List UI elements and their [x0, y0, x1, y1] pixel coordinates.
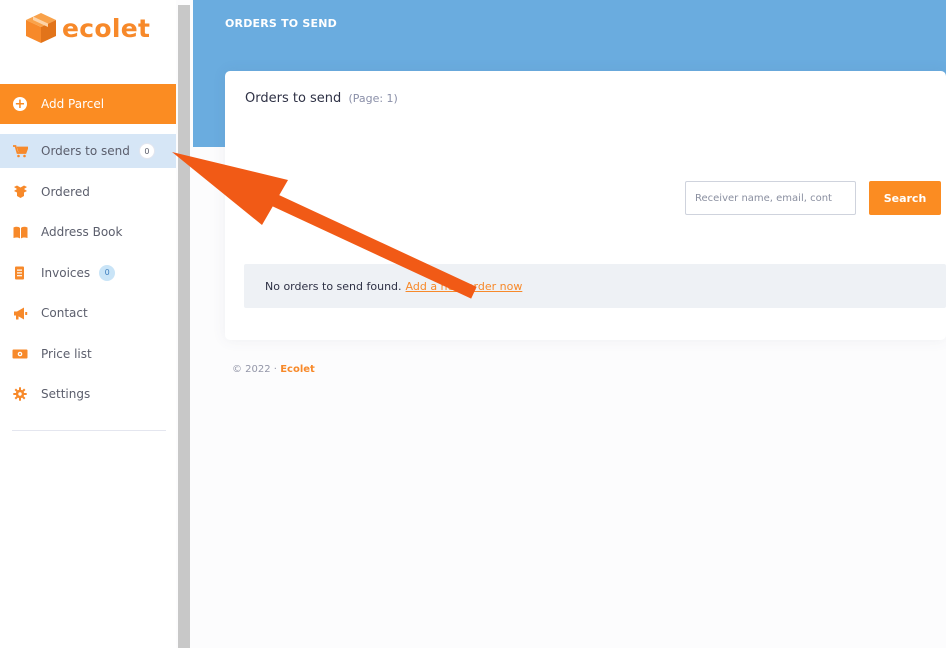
sidebar-item-address-book[interactable]: Address Book	[0, 215, 176, 249]
sidebar-item-price-list[interactable]: Price list	[0, 337, 176, 371]
document-icon	[12, 266, 28, 280]
sidebar: ecolet + Add Parcel Orders to send 0 Ord…	[0, 0, 176, 648]
sidebar-item-settings[interactable]: Settings	[0, 377, 176, 411]
footer: © 2022 · Ecolet	[232, 364, 315, 375]
sidebar-item-label: Price list	[41, 346, 92, 361]
add-parcel-button[interactable]: + Add Parcel	[0, 84, 176, 124]
megaphone-icon	[12, 306, 28, 320]
page-header-title: ORDERS TO SEND	[225, 17, 337, 30]
sidebar-item-ordered[interactable]: Ordered	[0, 175, 176, 209]
plus-circle-icon: +	[13, 96, 27, 112]
sidebar-item-label: Address Book	[41, 225, 123, 239]
empty-state-message: No orders to send found. Add a new order…	[244, 264, 946, 308]
card-title: Orders to send (Page: 1)	[245, 91, 398, 106]
logo[interactable]: ecolet	[24, 12, 150, 44]
sidebar-item-orders-to-send[interactable]: Orders to send 0	[0, 134, 176, 168]
sidebar-item-label: Settings	[41, 387, 91, 401]
sidebar-item-contact[interactable]: Contact	[0, 296, 176, 330]
sidebar-scrollbar[interactable]	[178, 5, 190, 648]
empty-state-text: No orders to send found.	[265, 279, 402, 293]
book-icon	[12, 225, 28, 239]
orders-card: Orders to send (Page: 1) Search No order…	[225, 71, 946, 340]
add-new-order-link[interactable]: Add a new order now	[406, 280, 523, 293]
orders-count-badge: 0	[138, 143, 155, 159]
sidebar-item-label: Ordered	[41, 184, 90, 199]
sidebar-item-label: Contact	[41, 306, 88, 320]
gear-icon	[12, 387, 28, 401]
sidebar-divider	[12, 430, 166, 431]
invoices-count-badge: 0	[99, 264, 116, 281]
cube-logo-icon	[26, 13, 56, 43]
cart-icon	[12, 144, 28, 158]
logo-text: ecolet	[62, 13, 151, 43]
page-indicator: (Page: 1)	[348, 92, 398, 105]
money-icon	[12, 347, 28, 361]
add-parcel-label: Add Parcel	[41, 97, 105, 111]
sidebar-item-label: Orders to send	[41, 144, 130, 158]
box-icon	[12, 185, 28, 199]
sidebar-item-label: Invoices	[41, 265, 91, 280]
footer-brand-link[interactable]: Ecolet	[280, 364, 315, 375]
card-title-text: Orders to send	[245, 91, 342, 106]
footer-copyright: © 2022 ·	[232, 364, 277, 375]
sidebar-nav: Orders to send 0 Ordered Address Book In…	[0, 134, 176, 418]
search-button[interactable]: Search	[869, 181, 941, 215]
sidebar-item-invoices[interactable]: Invoices 0	[0, 256, 176, 290]
search-input[interactable]	[685, 181, 856, 215]
